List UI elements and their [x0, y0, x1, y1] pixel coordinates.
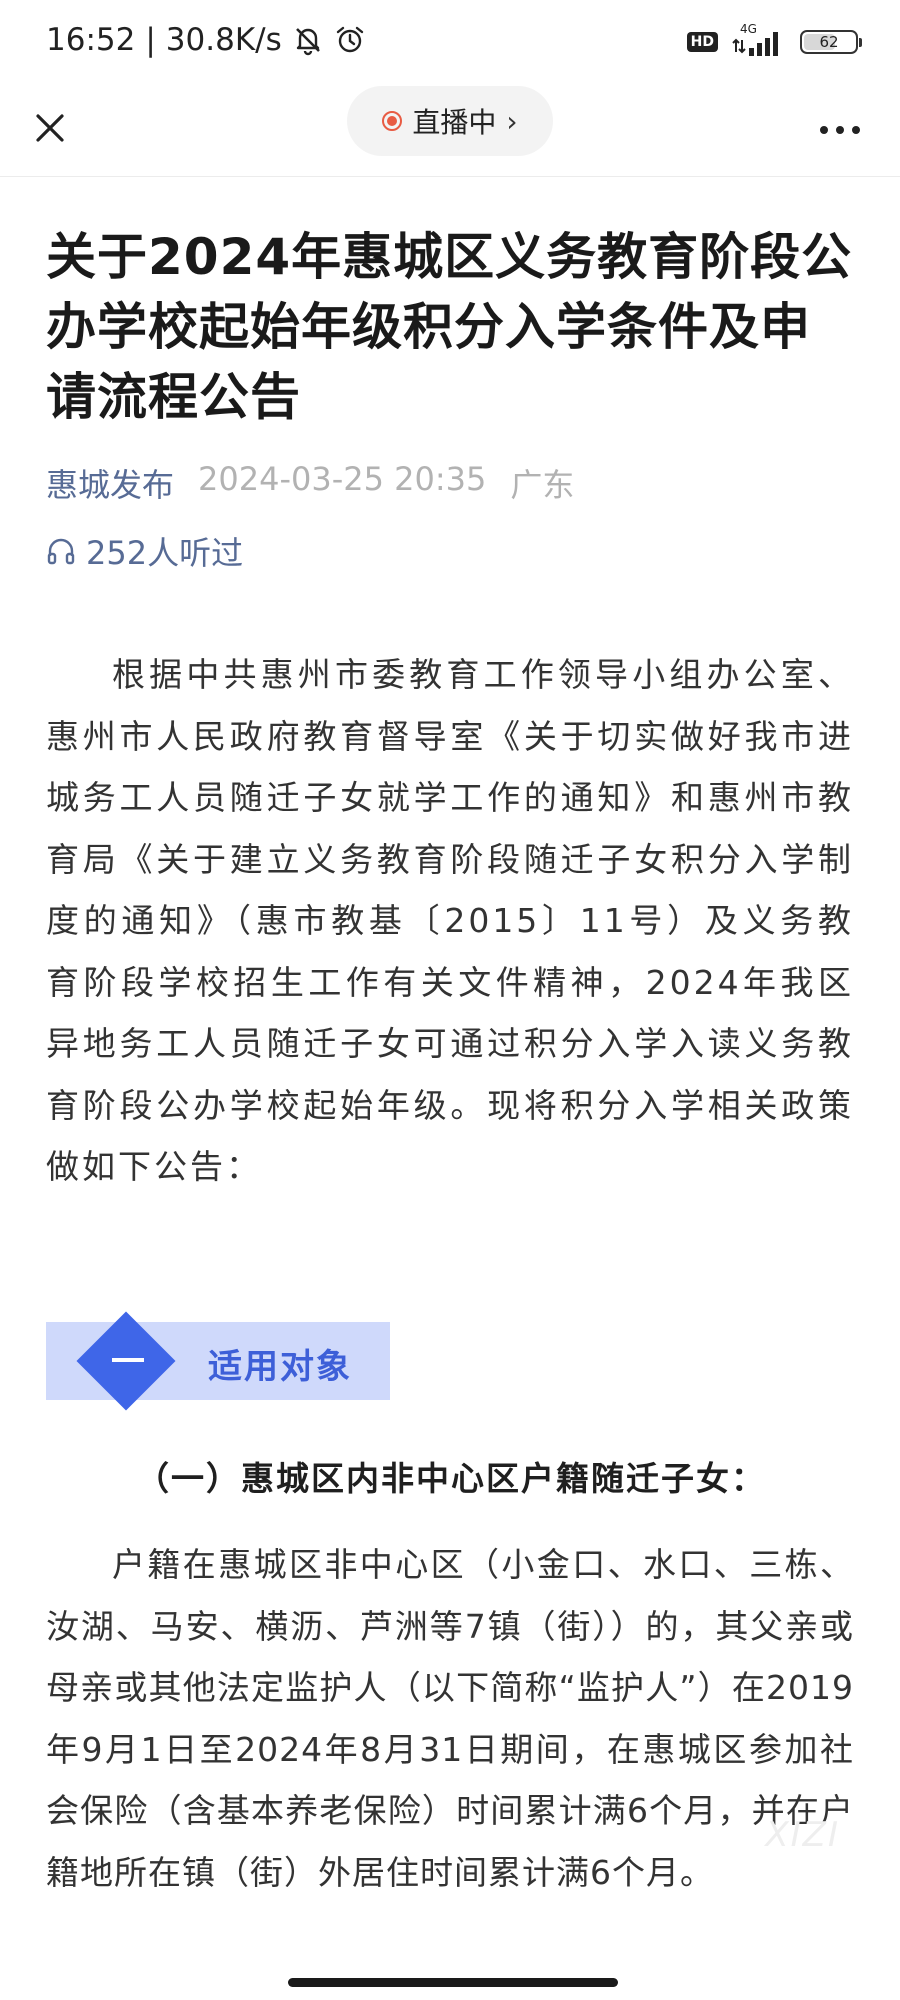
author-link[interactable]: 惠城发布	[46, 460, 174, 506]
more-button[interactable]	[810, 110, 870, 150]
nav-bar: 直播中 ›	[0, 86, 900, 177]
live-dot-icon	[382, 111, 403, 131]
bell-muted-icon	[295, 28, 320, 56]
close-button[interactable]	[26, 104, 74, 152]
listen-count[interactable]: 252人听过	[46, 528, 243, 574]
status-left: 16:52 | 30.8K/s	[46, 22, 366, 58]
publish-region: 广东	[510, 466, 575, 504]
publish-date: 2024-03-25 20:35	[198, 460, 487, 498]
article-title: 关于2024年惠城区义务教育阶段公办学校起始年级积分入学条件及申请流程公告	[46, 228, 853, 426]
alarm-clock-icon	[336, 26, 363, 53]
section-label: 适用对象	[208, 1347, 352, 1387]
chevron-right-icon: ›	[506, 104, 518, 138]
network-type: 4G	[740, 22, 757, 36]
hd-badge: HD	[686, 32, 718, 52]
status-time: 16:52	[46, 22, 136, 58]
battery-level: 62	[819, 33, 839, 51]
listen-count-text: 252人听过	[86, 534, 244, 572]
live-button[interactable]: 直播中 ›	[347, 86, 553, 156]
watermark: XIZI	[765, 1815, 840, 1855]
subheading: （一）惠城区内非中心区户籍随迁子女：	[136, 1459, 766, 1498]
home-indicator[interactable]	[288, 1978, 618, 1987]
status-divider: |	[145, 22, 156, 58]
live-label: 直播中	[412, 106, 497, 139]
section-header: 适用对象	[46, 1311, 390, 1411]
more-dots-icon	[820, 126, 860, 134]
status-right: HD 4G 62	[686, 22, 862, 58]
article-meta: 惠城发布 2024-03-25 20:35 广东	[46, 460, 574, 506]
section-number	[112, 1358, 144, 1362]
close-icon	[36, 114, 64, 142]
battery-indicator: 62	[800, 30, 862, 54]
intro-paragraph: 根据中共惠州市委教育工作领导小组办公室、惠州市人民政府教育督导室《关于切实做好我…	[46, 655, 854, 1186]
headphones-icon	[47, 538, 75, 565]
body-paragraph: 户籍在惠城区非中心区（小金口、水口、三栋、汝湖、马安、横沥、芦洲等7镇（街））的…	[46, 1545, 854, 1892]
network-speed: 30.8K/s	[165, 22, 282, 58]
signal-icon: 4G	[732, 22, 786, 58]
status-bar: 16:52 | 30.8K/s HD 4G 62	[0, 0, 900, 86]
